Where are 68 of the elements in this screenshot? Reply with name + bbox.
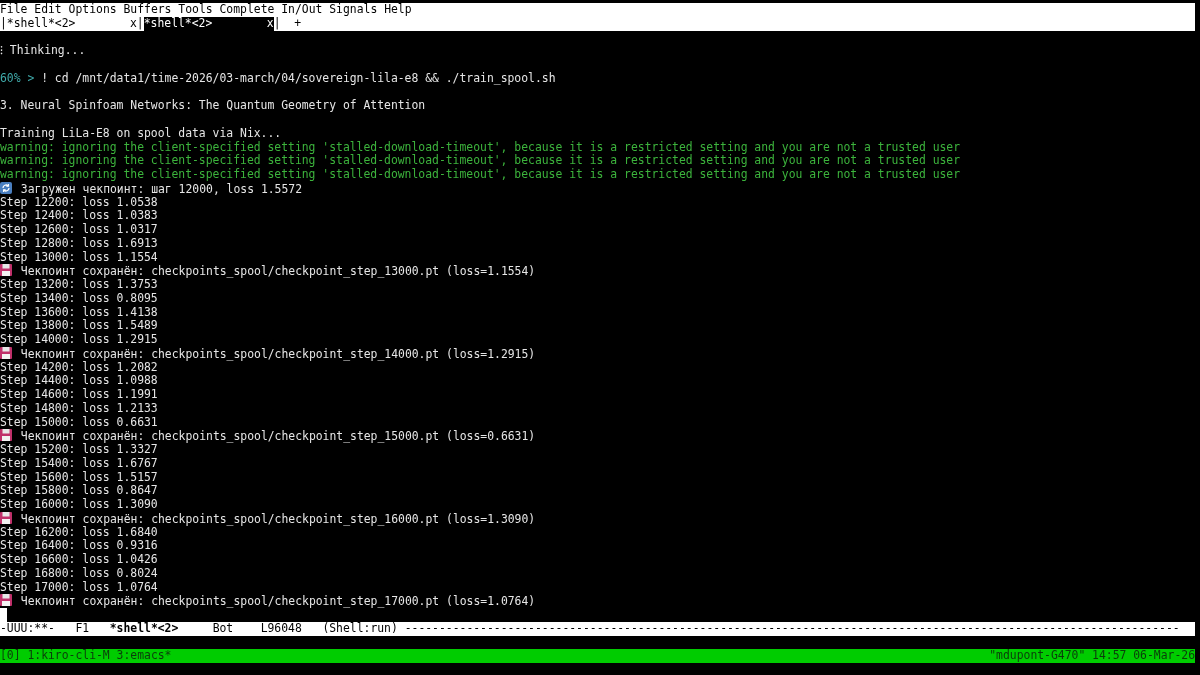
tab-separator: | bbox=[273, 16, 281, 31]
output-line: Step 14000: loss 1.2915 bbox=[0, 332, 158, 346]
output-line: Чекпоинт сохранён: checkpoints_spool/checkpoint_step_13000.pt (loss=1.1554) bbox=[20, 264, 536, 279]
window-label[interactable]: 1:kiro-cli-M bbox=[27, 649, 110, 663]
output-line: Чекпоинт сохранён: checkpoints_spool/checkpoint_step_15000.pt (loss=0.6631) bbox=[20, 429, 536, 444]
output-line: Step 13400: loss 0.8095 bbox=[0, 290, 158, 305]
menu-item[interactable]: File bbox=[0, 3, 28, 17]
menu-item[interactable]: Complete bbox=[219, 3, 275, 17]
output-line: Step 16400: loss 0.9316 bbox=[0, 538, 158, 553]
scroll-position: Bot bbox=[212, 621, 234, 636]
output-line: Step 14800: loss 1.2133 bbox=[0, 400, 158, 415]
buffer-name: *shell*<2> bbox=[109, 621, 179, 636]
output-line: Step 15400: loss 1.6767 bbox=[0, 455, 158, 470]
window-label[interactable]: 3:emacs* bbox=[116, 649, 172, 663]
output-line: Step 14200: loss 1.2082 bbox=[0, 359, 158, 374]
menu-item[interactable]: Edit bbox=[34, 3, 62, 17]
output-line: Чекпоинт сохранён: checkpoints_spool/checkpoint_step_16000.pt (loss=1.3090) bbox=[20, 511, 536, 526]
output-line: Загружен чекпоинт: шаг 12000, loss 1.5572 bbox=[20, 181, 303, 196]
output-line: Step 15800: loss 0.8647 bbox=[0, 483, 158, 498]
output-line: Step 17000: loss 1.0764 bbox=[0, 579, 158, 594]
command-text: ! cd /mnt/data1/time-2026/03-march/04/sovereign-lila-e8 && ./train_spool.sh bbox=[41, 70, 556, 85]
output-line: Step 14600: loss 1.1991 bbox=[0, 387, 158, 401]
output-line: 3. Neural Spinfoam Networks: The Quantum Geometry of Attention bbox=[0, 98, 426, 113]
warning-line: warning: ignoring the client-specified setting 'stalled-download-timeout', because it is a restricted setting and you are not a trusted user bbox=[0, 139, 961, 154]
output-line: Step 16200: loss 1.6840 bbox=[0, 524, 158, 539]
output-line: Training LiLa-E8 on spool data via Nix... bbox=[0, 125, 282, 140]
output-line: Step 15000: loss 0.6631 bbox=[0, 414, 158, 429]
menu-item[interactable]: Tools bbox=[178, 3, 213, 17]
frame-name: F1 bbox=[75, 621, 90, 636]
tab-close-button[interactable]: x bbox=[266, 16, 274, 31]
session-name: [0] bbox=[0, 649, 21, 663]
tab-separator: | bbox=[136, 16, 144, 31]
output-line: Step 16600: loss 1.0426 bbox=[0, 552, 158, 566]
output-line: Step 13800: loss 1.5489 bbox=[0, 318, 158, 333]
menu-item[interactable]: Buffers bbox=[123, 3, 172, 17]
output-line: Step 12600: loss 1.0317 bbox=[0, 222, 158, 236]
output-line: Step 12800: loss 1.6913 bbox=[0, 235, 158, 250]
tab-close-button[interactable]: x bbox=[130, 16, 137, 31]
clock-time: 14:57 bbox=[1092, 649, 1127, 663]
mode-line-fill: ----------------------------------------------------------------------------------------------------------------- bbox=[404, 621, 1180, 636]
host-name: "mdupont-G470" bbox=[989, 649, 1086, 663]
prompt-percent: 60% bbox=[0, 70, 21, 85]
major-mode: (Shell:run) bbox=[322, 621, 398, 636]
output-line: Step 16000: loss 1.3090 bbox=[0, 497, 158, 511]
warning-line: warning: ignoring the client-specified setting 'stalled-download-timeout', because it is a restricted setting and you are not a trusted user bbox=[0, 167, 961, 181]
line-number: L96048 bbox=[260, 621, 302, 636]
new-tab-button[interactable]: + bbox=[294, 16, 302, 31]
menu-item[interactable]: Options bbox=[68, 3, 117, 17]
output-line: Чекпоинт сохранён: checkpoints_spool/checkpoint_step_17000.pt (loss=1.0764) bbox=[20, 594, 536, 609]
output-line: Step 16800: loss 0.8024 bbox=[0, 565, 158, 580]
prompt-arrow: > bbox=[27, 70, 35, 85]
date-text: 06-Mar-26 bbox=[1133, 649, 1195, 663]
output-line: Step 14400: loss 1.0988 bbox=[0, 373, 158, 388]
output-line: Step 15600: loss 1.5157 bbox=[0, 469, 158, 484]
output-line: Step 15200: loss 1.3327 bbox=[0, 442, 158, 456]
output-line: Step 13600: loss 1.4138 bbox=[0, 304, 158, 319]
tab-separator: | bbox=[0, 16, 7, 31]
output-line: Step 12400: loss 1.0383 bbox=[0, 208, 158, 223]
buffer-status: -UUU:**- bbox=[0, 621, 55, 636]
output-line: Чекпоинт сохранён: checkpoints_spool/checkpoint_step_14000.pt (loss=1.2915) bbox=[20, 346, 536, 361]
output-line: Step 13000: loss 1.1554 bbox=[0, 249, 158, 264]
menu-item[interactable]: Help bbox=[384, 3, 412, 17]
refresh-icon bbox=[0, 181, 12, 194]
output-line: Step 13200: loss 1.3753 bbox=[0, 277, 158, 291]
output-line: ⁝ Thinking... bbox=[0, 43, 86, 58]
menu-item[interactable]: Signals bbox=[329, 3, 378, 17]
warning-line: warning: ignoring the client-specified setting 'stalled-download-timeout', because it is a restricted setting and you are not a trusted user bbox=[0, 153, 961, 168]
menu-item[interactable]: In/Out bbox=[281, 3, 323, 17]
